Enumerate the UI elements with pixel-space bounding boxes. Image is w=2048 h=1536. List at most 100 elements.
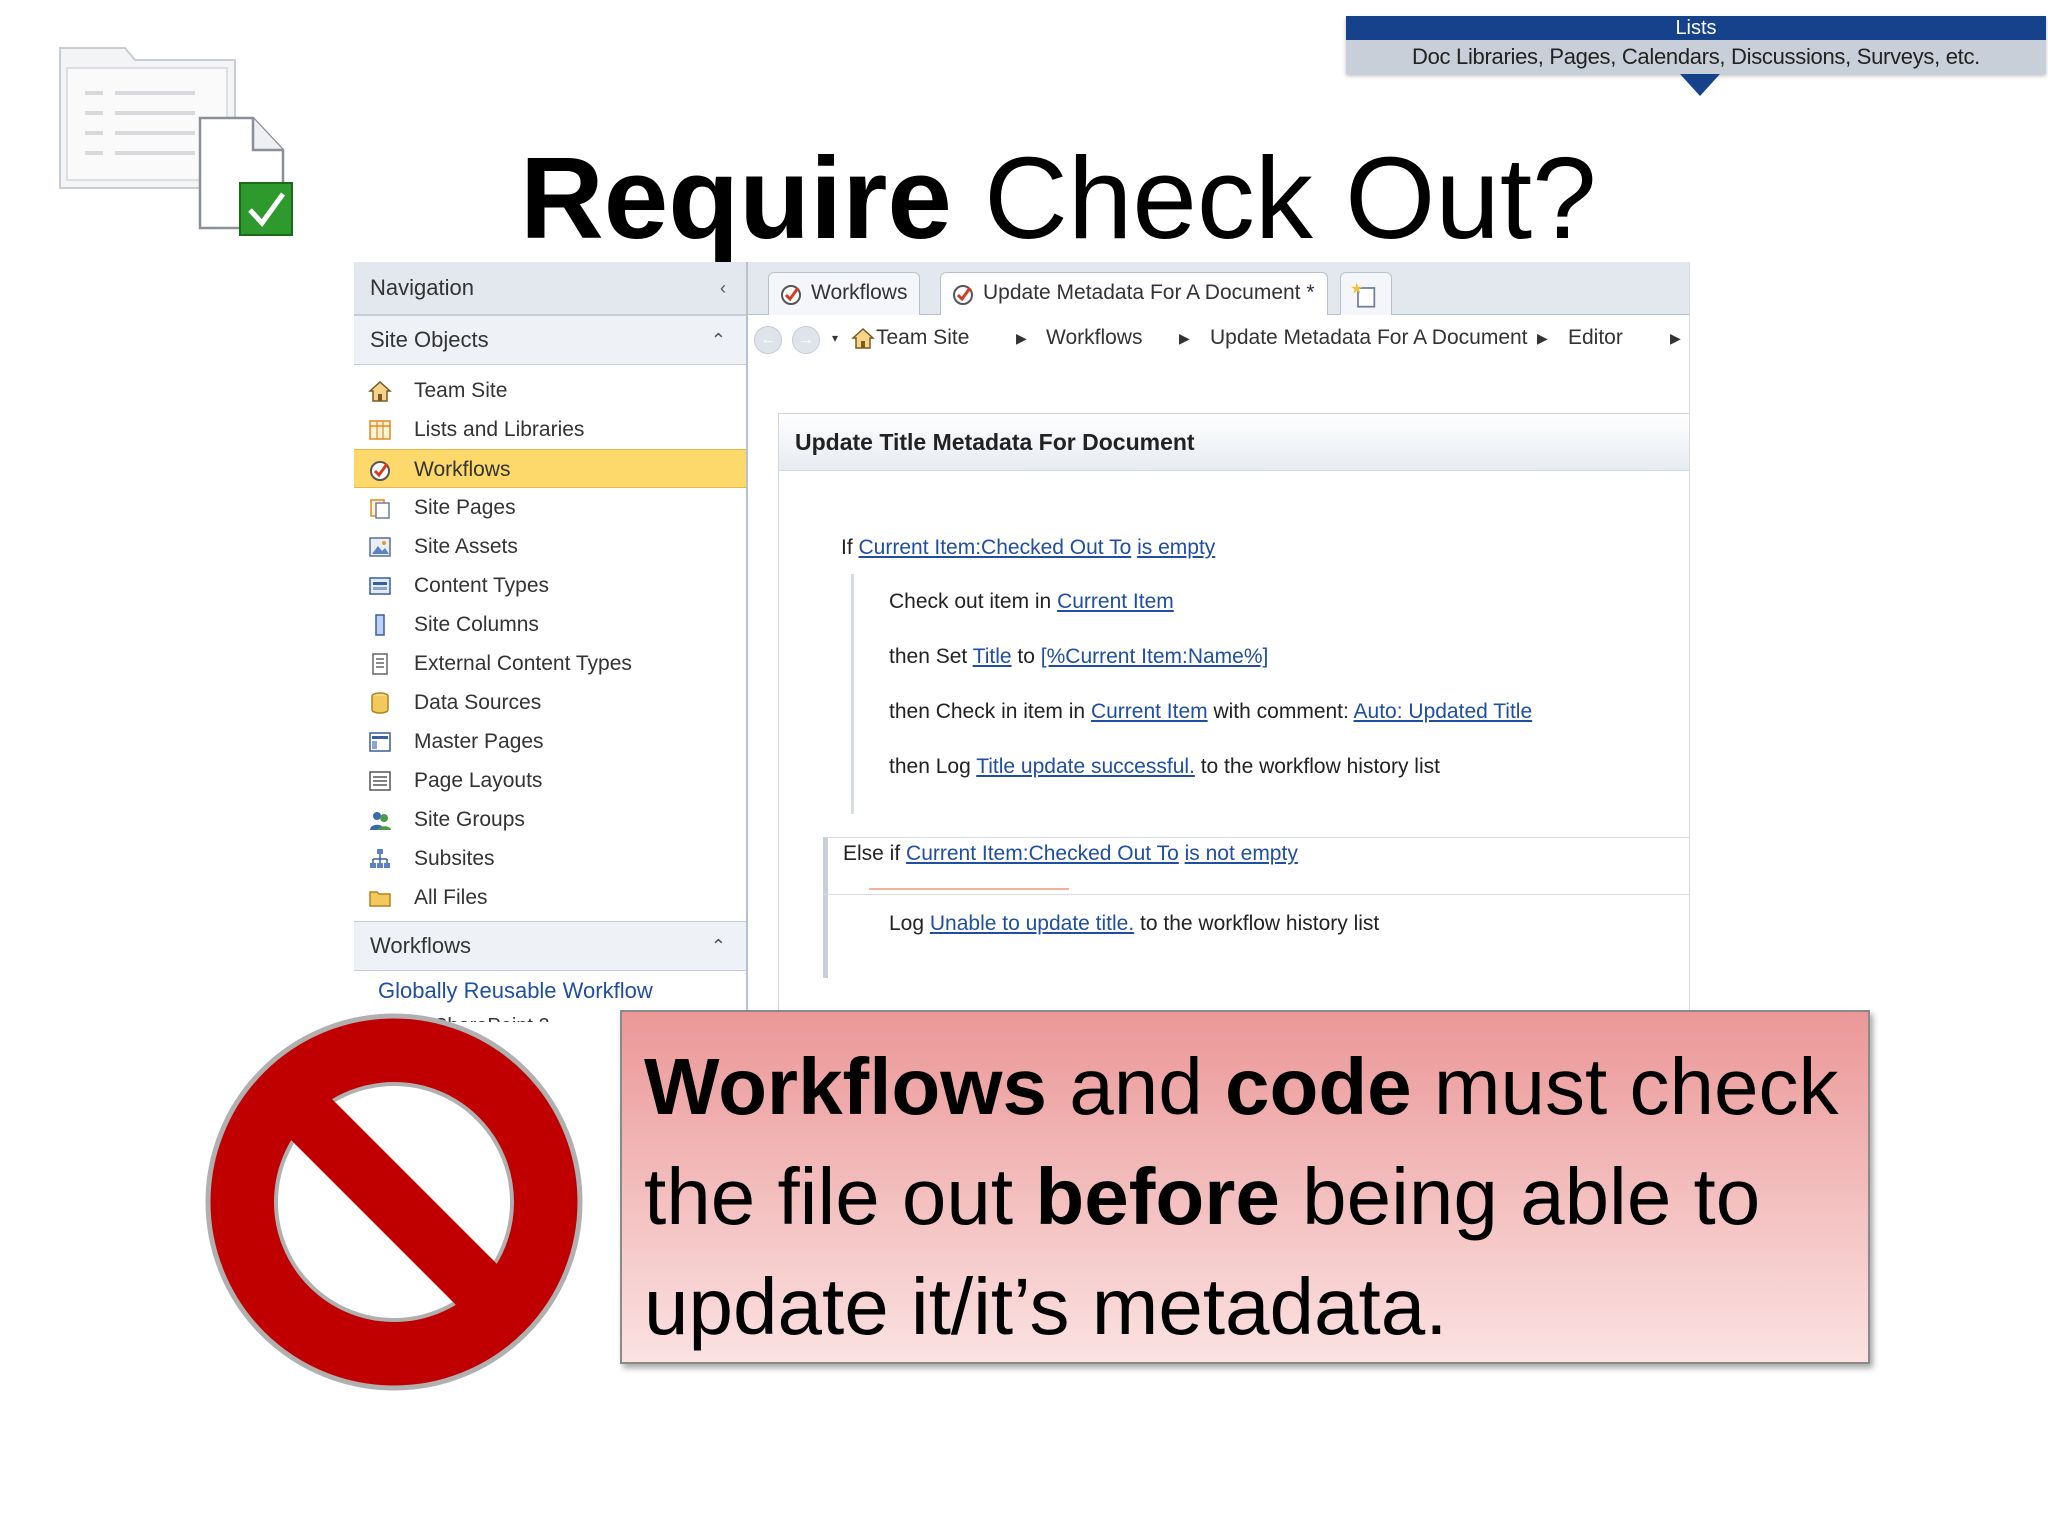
nav-item-label: Site Pages (414, 496, 516, 519)
nav-item-data-sources[interactable]: Data Sources (354, 683, 746, 722)
workflow-icon (781, 285, 801, 305)
workflows-section[interactable]: Workflows ⌃ (354, 921, 746, 971)
action-text: to the workflow history list (1194, 755, 1440, 778)
nav-item-site-columns[interactable]: Site Columns (354, 605, 746, 644)
nav-item-site-groups[interactable]: Site Groups (354, 800, 746, 839)
nav-item-label: Workflows (414, 458, 511, 481)
navigation-label: Navigation (370, 275, 474, 300)
nav-item-content-types[interactable]: Content Types (354, 566, 746, 605)
action-check-in[interactable]: then Check in item in Current Item with … (889, 700, 1532, 724)
nav-item-workflows[interactable]: Workflows (354, 449, 746, 488)
document-checkmark-icon (59, 47, 293, 236)
workflow-icon (953, 285, 973, 305)
nav-item-label: Data Sources (414, 691, 542, 714)
external-content-icon (372, 653, 388, 675)
if-keyword: If (841, 536, 859, 559)
nav-item-site-pages[interactable]: Site Pages (354, 488, 746, 527)
action-set-title[interactable]: then Set Title to [%Current Item:Name%] (889, 645, 1268, 669)
current-item-link[interactable]: Current Item (1057, 590, 1174, 613)
history-dropdown-icon[interactable]: ▾ (832, 315, 838, 361)
callout-bold-workflows: Workflows (644, 1042, 1048, 1131)
lists-banner: Lists Doc Libraries, Pages, Calendars, D… (1346, 16, 2046, 74)
breadcrumb-separator-icon[interactable]: ▶ (1179, 315, 1190, 361)
breadcrumb-workflows[interactable]: Workflows (1046, 315, 1142, 361)
breadcrumb-separator-icon[interactable]: ▶ (1670, 315, 1681, 361)
chevron-up-icon[interactable]: ⌃ (711, 316, 726, 364)
action-text: then Log (889, 755, 977, 778)
back-icon[interactable]: ← (754, 326, 782, 354)
home-icon (368, 380, 392, 402)
breadcrumb-editor[interactable]: Editor (1568, 315, 1623, 361)
new-tab-icon (1351, 282, 1376, 308)
callout-bold-before: before (1035, 1152, 1280, 1241)
action-text: then Set (889, 645, 973, 668)
else-condition-link[interactable]: is not empty (1185, 842, 1298, 865)
callout-text: and (1047, 1042, 1225, 1131)
workflow-icon (370, 461, 390, 481)
log-message-link[interactable]: Unable to update title. (930, 912, 1134, 935)
workflows-section-label: Workflows (370, 933, 472, 958)
forward-icon[interactable]: → (792, 326, 820, 354)
title-field-link[interactable]: Title (973, 645, 1012, 668)
nav-item-lists-and-libraries[interactable]: Lists and Libraries (354, 410, 746, 449)
breadcrumb-team-site[interactable]: Team Site (876, 315, 969, 361)
breadcrumb-separator-icon[interactable]: ▶ (1537, 315, 1548, 361)
title-rest: Check Out? (951, 133, 1597, 263)
nav-item-label: External Content Types (414, 652, 632, 675)
nav-item-page-layouts[interactable]: Page Layouts (354, 761, 746, 800)
action-text: Log (889, 912, 930, 935)
collapse-left-icon[interactable]: ‹ (720, 262, 726, 314)
nav-item-label: Site Groups (414, 808, 525, 831)
tab-update-metadata[interactable]: Update Metadata For A Document * (940, 272, 1328, 315)
title-bold: Require (520, 133, 952, 263)
assets-icon (369, 537, 391, 557)
document-tabs: Workflows Update Metadata For A Document… (748, 262, 1689, 315)
tab-workflows[interactable]: Workflows (768, 272, 921, 315)
nav-item-subsites[interactable]: Subsites (354, 839, 746, 878)
workflow-step-title[interactable]: Update Title Metadata For Document (779, 414, 1689, 471)
tab-new[interactable] (1340, 272, 1392, 315)
navigation-pane: Navigation ‹ Site Objects ⌃ Team Site Li… (354, 262, 748, 1022)
value-link[interactable]: [%Current Item:Name%] (1041, 645, 1269, 668)
else-insertion-marker (869, 888, 1069, 890)
action-check-out[interactable]: Check out item in Current Item (889, 590, 1174, 614)
chevron-up-icon[interactable]: ⌃ (711, 922, 726, 970)
globally-reusable-workflow-link[interactable]: Globally Reusable Workflow (354, 971, 746, 1011)
action-log-success[interactable]: then Log Title update successful. to the… (889, 755, 1440, 779)
site-objects-section[interactable]: Site Objects ⌃ (354, 315, 746, 365)
if-field-link[interactable]: Current Item:Checked Out To (859, 536, 1132, 559)
nav-item-label: Page Layouts (414, 769, 543, 792)
navigation-header[interactable]: Navigation ‹ (354, 262, 746, 315)
current-item-link[interactable]: Current Item (1091, 700, 1208, 723)
else-if-condition[interactable]: Else if Current Item:Checked Out To is n… (843, 842, 1298, 866)
action-text: then Check in item in (889, 700, 1091, 723)
banner-top-label: Lists (1346, 16, 2046, 40)
site-objects-label: Site Objects (370, 327, 489, 352)
action-text: with comment: (1207, 700, 1354, 723)
else-if-keyword: Else if (843, 842, 907, 865)
callout-bold-code: code (1224, 1042, 1412, 1131)
nav-item-all-files[interactable]: All Files (354, 878, 746, 917)
list-icon (369, 420, 391, 440)
action-log-failure[interactable]: Log Unable to update title. to the workf… (889, 912, 1379, 936)
nav-item-master-pages[interactable]: Master Pages (354, 722, 746, 761)
nav-item-site-assets[interactable]: Site Assets (354, 527, 746, 566)
breadcrumb-separator-icon[interactable]: ▶ (1016, 315, 1027, 361)
banner-down-arrow-icon (1680, 74, 1720, 96)
nav-item-label: All Files (414, 886, 488, 909)
group-icon (370, 812, 391, 830)
log-message-link[interactable]: Title update successful. (976, 755, 1195, 778)
action-text: Check out item in (889, 590, 1058, 613)
else-field-link[interactable]: Current Item:Checked Out To (906, 842, 1179, 865)
breadcrumb-update-metadata[interactable]: Update Metadata For A Document (1210, 315, 1528, 361)
sharepoint-designer-screenshot: Navigation ‹ Site Objects ⌃ Team Site Li… (354, 262, 1690, 1022)
subsites-icon (370, 849, 390, 868)
if-condition[interactable]: If Current Item:Checked Out To is empty (841, 536, 1215, 560)
page-layout-icon (369, 771, 391, 791)
nav-item-external-content-types[interactable]: External Content Types (354, 644, 746, 683)
comment-link[interactable]: Auto: Updated Title (1354, 700, 1533, 723)
prohibited-icon (205, 1013, 583, 1391)
nav-item-team-site[interactable]: Team Site (354, 371, 746, 410)
warning-callout: Workflows and code must check the file o… (620, 1010, 1870, 1364)
if-condition-link[interactable]: is empty (1137, 536, 1215, 559)
